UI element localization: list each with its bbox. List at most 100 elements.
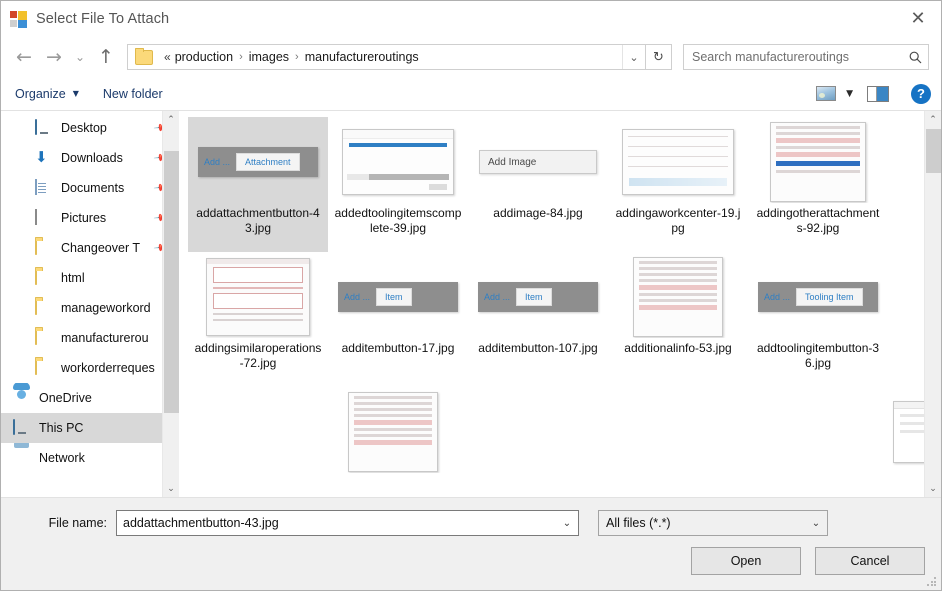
breadcrumb-separator[interactable]: › [233, 51, 249, 63]
file-tile[interactable]: Add ... Item additembutton-17.jpg [328, 252, 468, 387]
file-scroll-thumb[interactable] [926, 129, 941, 173]
thumbnail-button-label: Tooling Item [796, 288, 863, 306]
file-name-label: additionalinfo-53.jpg [624, 341, 732, 355]
file-thumbnail: Add ... Attachment [193, 121, 323, 203]
file-list-pane[interactable]: Add ... Attachment addattachmentbutton-43.… [180, 111, 941, 497]
preview-pane-icon[interactable] [867, 85, 889, 102]
file-thumbnail [193, 256, 323, 338]
file-type-chevron-down-icon[interactable]: ⌄ [805, 518, 827, 529]
organize-button[interactable]: Organize ▼ [15, 87, 79, 101]
thumbnail-dialog-form [206, 258, 310, 336]
thumbnail-add-label: Add ... [764, 292, 791, 302]
file-thumbnail: Add Image [473, 121, 603, 203]
sidebar-item-onedrive[interactable]: OneDrive [1, 383, 179, 413]
cancel-button[interactable]: Cancel [815, 547, 925, 575]
search-placeholder: Search manufactureroutings [692, 50, 850, 64]
download-icon: ⬇ [35, 150, 52, 166]
sidebar-item-network[interactable]: Network [1, 443, 179, 473]
sidebar-item-label: This PC [39, 421, 84, 435]
thumbnail-button-label: Item [376, 288, 412, 306]
sidebar-item-manufacturerou[interactable]: manufacturerou [1, 323, 179, 353]
file-tile[interactable]: Add Image addimage-84.jpg [468, 117, 608, 252]
breadcrumb-item-production[interactable]: production [175, 50, 233, 64]
sidebar-list: Desktop 📌 ⬇ Downloads 📌 Documents 📌 Pictures 📌 Ch… [1, 111, 179, 473]
up-button[interactable]: ↑ [91, 42, 121, 72]
file-thumbnail: Add ... Item [333, 256, 463, 338]
dialog-buttons: Open Cancel [17, 547, 925, 575]
thumbnail-add-label: Add ... [204, 157, 231, 167]
breadcrumb-separator[interactable]: › [289, 51, 305, 63]
sidebar-item-label: Pictures [61, 211, 107, 225]
sidebar-item-this-pc[interactable]: This PC [1, 413, 179, 443]
file-thumbnail [613, 256, 743, 338]
breadcrumb-item-manufactureroutings[interactable]: manufactureroutings [305, 50, 419, 64]
sidebar-item-desktop[interactable]: Desktop 📌 [1, 113, 179, 143]
folder-icon-glyph [35, 239, 37, 255]
sidebar-item-label: manageworkord [61, 301, 151, 315]
command-bar: Organize ▼ New folder ▼ ? [1, 77, 941, 111]
breadcrumb-item-images[interactable]: images [249, 50, 289, 64]
picture-icon [35, 209, 52, 226]
file-tile[interactable]: addedtoolingitemscomplete-39.jpg [328, 117, 468, 252]
new-folder-button[interactable]: New folder [103, 87, 163, 101]
sidebar-item-html[interactable]: html [1, 263, 179, 293]
sidebar-item-downloads[interactable]: ⬇ Downloads 📌 [1, 143, 179, 173]
search-icon[interactable] [902, 51, 928, 64]
breadcrumb[interactable]: « production › images › manufacturerouti… [127, 44, 646, 70]
file-tile[interactable] [328, 387, 458, 497]
file-grid-partial-row [188, 387, 941, 497]
sidebar-item-documents[interactable]: Documents 📌 [1, 173, 179, 203]
view-mode-icon[interactable] [816, 86, 837, 101]
view-mode-chevron-down-icon[interactable]: ▼ [846, 89, 853, 99]
resize-grip[interactable] [927, 577, 937, 587]
file-tile[interactable]: Add ... Item additembutton-107.jpg [468, 252, 608, 387]
close-icon[interactable]: ✕ [895, 1, 941, 35]
sidebar-item-workorderreques[interactable]: workorderreques [1, 353, 179, 383]
file-tile[interactable]: Add ... Tooling Item addtoolingitembutton-… [748, 252, 888, 387]
document-icon [35, 179, 52, 196]
file-tile[interactable]: addingotherattachments-92.jpg [748, 117, 888, 252]
filename-chevron-down-icon[interactable]: ⌄ [556, 518, 578, 529]
help-icon[interactable]: ? [911, 83, 931, 104]
folder-icon-glyph [35, 299, 37, 315]
sidebar-item-changeover-t[interactable]: Changeover T 📌 [1, 233, 179, 263]
file-list-scrollbar[interactable]: ⌃ ⌄ [924, 111, 941, 497]
file-name-label: addingsimilaroperations-72.jpg [194, 341, 322, 370]
sidebar-item-label: Documents [61, 181, 125, 195]
search-input[interactable]: Search manufactureroutings [683, 44, 929, 70]
chevron-down-icon[interactable]: ⌄ [622, 45, 645, 69]
filename-input[interactable]: addattachmentbutton-43.jpg ⌄ [116, 510, 579, 536]
back-button[interactable]: ← [9, 42, 39, 72]
sidebar-scrollbar[interactable]: ⌃ ⌄ [162, 111, 179, 497]
sidebar-item-pictures[interactable]: Pictures 📌 [1, 203, 179, 233]
monitor-icon-glyph [13, 419, 15, 435]
file-name-label: addingotherattachments-92.jpg [756, 206, 880, 235]
chevron-down-icon: ▼ [72, 89, 79, 98]
sidebar-scroll-down-icon[interactable]: ⌄ [163, 480, 179, 497]
thumbnail-plain-button: Add Image [479, 150, 597, 174]
sidebar-scroll-up-icon[interactable]: ⌃ [163, 111, 179, 128]
file-tile[interactable]: addingaworkcenter-19.jpg [608, 117, 748, 252]
file-type-filter[interactable]: All files (*.*) ⌄ [598, 510, 828, 536]
sidebar-item-manageworkord[interactable]: manageworkord [1, 293, 179, 323]
monitor-icon-glyph [35, 119, 37, 135]
title-bar: Select File To Attach ✕ [1, 1, 941, 37]
file-name-label: addedtoolingitemscomplete-39.jpg [334, 206, 462, 235]
file-scroll-up-icon[interactable]: ⌃ [925, 111, 941, 128]
file-type-value: All files (*.*) [606, 516, 671, 530]
file-name-label: addtoolingitembutton-36.jpg [756, 341, 880, 370]
thumbnail-button-bar: Add ... Item [338, 282, 458, 312]
folder-icon-glyph [35, 359, 37, 375]
folder-icon [35, 269, 52, 286]
file-tile[interactable]: additionalinfo-53.jpg [608, 252, 748, 387]
open-button[interactable]: Open [691, 547, 801, 575]
refresh-icon[interactable]: ↻ [646, 44, 672, 70]
forward-button[interactable]: → [39, 42, 69, 72]
recent-locations-button[interactable]: ⌄ [69, 42, 91, 72]
file-tile[interactable]: Add ... Attachment addattachmentbutton-43.… [188, 117, 328, 252]
sidebar-item-label: Changeover T [61, 241, 140, 255]
sidebar-scroll-thumb[interactable] [164, 151, 179, 413]
breadcrumb-overflow[interactable]: « [160, 50, 175, 64]
file-tile[interactable]: addingsimilaroperations-72.jpg [188, 252, 328, 387]
file-scroll-down-icon[interactable]: ⌄ [925, 480, 941, 497]
